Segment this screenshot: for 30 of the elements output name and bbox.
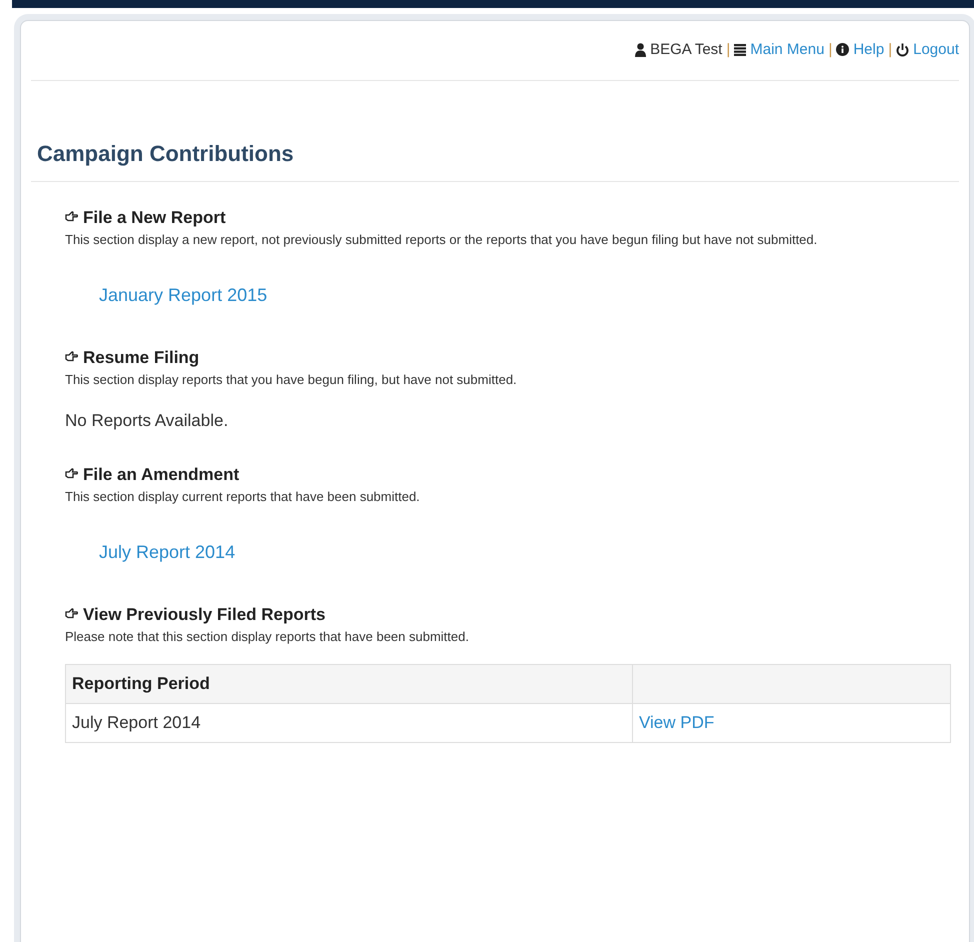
- section-description: This section display reports that you have begun filing, but have not submitted.: [65, 372, 518, 387]
- separator: |: [828, 41, 832, 58]
- column-header: Reporting Period: [66, 664, 632, 704]
- user-name: BEGA Test: [650, 41, 722, 58]
- section-title: View Previously Filed Reports: [83, 605, 326, 625]
- nav-link[interactable]: Help: [853, 41, 884, 58]
- section-description: This section display current reports that have been submitted.: [65, 489, 421, 504]
- pointing-hand-icon: [65, 350, 78, 362]
- pointing-hand-icon: [65, 210, 78, 222]
- pointing-hand-icon: [65, 468, 78, 478]
- section-title: File an Amendment: [83, 465, 240, 485]
- pointing-hand-icon: [65, 608, 78, 618]
- page-title: Campaign Contributions: [36, 140, 295, 168]
- empty-message: No Reports Available.: [65, 411, 230, 431]
- nav-link[interactable]: Main Menu: [750, 41, 824, 58]
- report-link[interactable]: January Report 2015: [99, 285, 268, 306]
- separator: |: [888, 41, 892, 58]
- user-icon: [635, 42, 646, 56]
- section-title: File a New Report: [83, 208, 226, 228]
- section-title: Resume Filing: [83, 348, 200, 368]
- report-link[interactable]: July Report 2014: [99, 542, 236, 563]
- separator: |: [726, 41, 730, 58]
- list-icon: [734, 44, 746, 56]
- section-description: This section display a new report, not previously submitted reports or the reports that you have begun filing but have not submitted.: [65, 232, 818, 247]
- nav-link[interactable]: Logout: [913, 41, 959, 58]
- section-description: Please note that this section display reports that have been submitted.: [65, 629, 470, 644]
- info-icon: [836, 43, 850, 56]
- power-icon: [896, 42, 910, 56]
- table-cell: July Report 2014: [66, 704, 632, 742]
- view-pdf-link[interactable]: View PDF: [639, 713, 714, 732]
